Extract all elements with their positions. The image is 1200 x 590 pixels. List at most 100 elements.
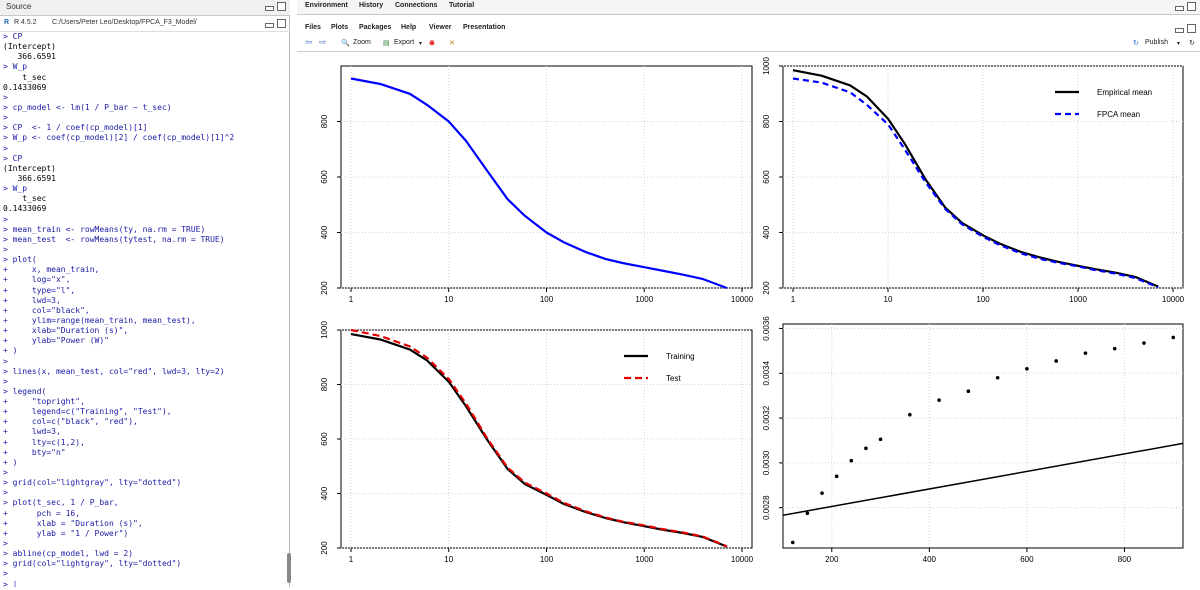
x-tick-label: 10: [444, 295, 453, 304]
data-point: [805, 511, 810, 516]
series-line-1: [792, 69, 1159, 288]
y-tick-label: 200: [320, 281, 329, 295]
maximize-icon[interactable]: [277, 2, 286, 11]
r-logo-icon: R: [4, 19, 10, 26]
tab-environment[interactable]: Environment: [305, 2, 348, 9]
maximize-icon[interactable]: [1187, 2, 1196, 11]
console-line: >: [3, 488, 8, 498]
series-line-1: [350, 77, 728, 290]
console-line: + log="x",: [3, 275, 71, 285]
console-line: >: [3, 569, 8, 579]
chart-panel-2: 1 10 100 1000 10000 200 400 600 800 1000 Empirical…: [762, 57, 1185, 304]
r-version: R 4.5.2: [14, 19, 37, 26]
console-line: >: [3, 143, 8, 153]
publish-icon: ↻: [1133, 40, 1139, 47]
working-directory[interactable]: C:/Users/Peter Leo/Desktop/FPCA_F3_Model…: [52, 19, 197, 26]
console-line: t_sec: [3, 72, 47, 82]
console-line: > mean_test <- rowMeans(tytest, na.rm = …: [3, 234, 225, 244]
export-button[interactable]: Export: [394, 39, 414, 46]
data-point: [790, 540, 795, 545]
chevron-down-icon[interactable]: ▾: [1177, 40, 1180, 47]
chart-panel-1: 1 10 100 1000 10000 200 400 600 800: [320, 65, 754, 304]
x-tick-label: 10000: [731, 555, 754, 564]
minimize-icon[interactable]: [265, 23, 274, 28]
data-point: [1142, 341, 1146, 345]
data-point: [849, 458, 854, 463]
tab-presentation[interactable]: Presentation: [463, 24, 505, 31]
data-point: [1025, 367, 1029, 371]
console-line: >: [3, 113, 8, 123]
back-arrow-icon[interactable]: ⇦: [305, 37, 313, 48]
tab-plots[interactable]: Plots: [331, 24, 348, 31]
console-line: > grid(col="lightgray", lty="dotted"): [3, 478, 182, 488]
x-tick-label: 1000: [635, 295, 653, 304]
console-line: >: [3, 468, 8, 478]
tab-viewer[interactable]: Viewer: [429, 24, 451, 31]
broom-icon[interactable]: ✕: [449, 39, 455, 47]
tab-tutorial[interactable]: Tutorial: [449, 2, 474, 9]
plot-viewer: 1 10 100 1000 10000 200 400 600 800 1 10 100 1000 100…: [297, 52, 1200, 587]
y-tick-label: 400: [762, 225, 771, 239]
data-point: [1112, 346, 1117, 351]
forward-arrow-icon[interactable]: ⇨: [319, 37, 327, 48]
x-tick-label: 1000: [1069, 295, 1087, 304]
console-line: + bty="n": [3, 447, 66, 457]
plot-frame: [782, 323, 1184, 549]
legend-label: FPCA mean: [1097, 110, 1140, 119]
data-point: [1054, 359, 1058, 363]
y-tick-label: 0.0030: [762, 450, 771, 475]
x-tick-label: 1: [791, 295, 796, 304]
maximize-icon[interactable]: [1187, 24, 1196, 33]
console-line: + ylim=range(mean_train, mean_test),: [3, 315, 196, 325]
x-tick-label: 1: [349, 295, 354, 304]
console-line: + pch = 16,: [3, 508, 81, 518]
console-line: + col="black",: [3, 305, 90, 315]
console-line: + lty=c(1,2),: [3, 437, 85, 447]
console-line: + ylab = "1 / Power"): [3, 528, 129, 538]
console-line: > lines(x, mean_test, col="red", lwd=3, …: [3, 366, 225, 376]
tab-connections[interactable]: Connections: [395, 2, 437, 9]
console-line: > cp_model <- lm(1 / P_bar ~ t_sec): [3, 102, 172, 112]
console-pane: Source R R 4.5.2 C:/Users/Peter Leo/Desk…: [0, 0, 291, 587]
x-tick-label: 100: [540, 555, 554, 564]
console-line: + lwd=3,: [3, 427, 61, 437]
minimize-icon[interactable]: [265, 6, 274, 11]
console-line: > W_p: [3, 184, 28, 194]
maximize-icon[interactable]: [277, 19, 286, 28]
y-tick-label: 1000: [320, 321, 329, 339]
console-line: > CP <- 1 / coef(cp_model)[1]: [3, 123, 148, 133]
series-line-2: [350, 328, 728, 548]
zoom-button[interactable]: Zoom: [353, 39, 371, 46]
console-scrollbar[interactable]: [287, 553, 291, 583]
tab-help[interactable]: Help: [401, 24, 416, 31]
console-line: + "topright",: [3, 397, 85, 407]
chevron-down-icon[interactable]: ▾: [419, 40, 422, 47]
y-tick-label: 0.0036: [762, 316, 771, 341]
console-line: t_sec: [3, 194, 47, 204]
refresh-icon[interactable]: ↻: [1189, 39, 1195, 47]
console-line: + ): [3, 346, 18, 356]
console-line: + xlab = "Duration (s)",: [3, 518, 143, 528]
y-tick-label: 600: [320, 170, 329, 184]
remove-plot-icon[interactable]: ⊗: [429, 39, 435, 47]
minimize-icon[interactable]: [1175, 6, 1184, 11]
console-line: 0.1433069: [3, 204, 47, 214]
console-output[interactable]: > CP (Intercept) 366.6591 > W_p t_sec 0.143…: [3, 32, 283, 587]
regression-line: [783, 442, 1183, 516]
data-point: [908, 412, 912, 417]
publish-button[interactable]: Publish: [1145, 39, 1168, 46]
zoom-icon: 🔍: [341, 40, 350, 47]
y-tick-label: 1000: [762, 57, 771, 75]
y-tick-label: 0.0034: [762, 360, 771, 385]
console-line: 0.1433069: [3, 82, 47, 92]
y-tick-label: 600: [762, 170, 771, 184]
data-point: [1171, 335, 1176, 340]
minimize-icon[interactable]: [1175, 28, 1184, 33]
tab-files[interactable]: Files: [305, 24, 321, 31]
console-line: + x, mean_train,: [3, 265, 100, 275]
console-line: > plot(t_sec, 1 / P_bar,: [3, 498, 119, 508]
console-line: >: [3, 214, 8, 224]
x-tick-label: 800: [1118, 555, 1132, 564]
tab-packages[interactable]: Packages: [359, 24, 391, 31]
tab-history[interactable]: History: [359, 2, 383, 9]
